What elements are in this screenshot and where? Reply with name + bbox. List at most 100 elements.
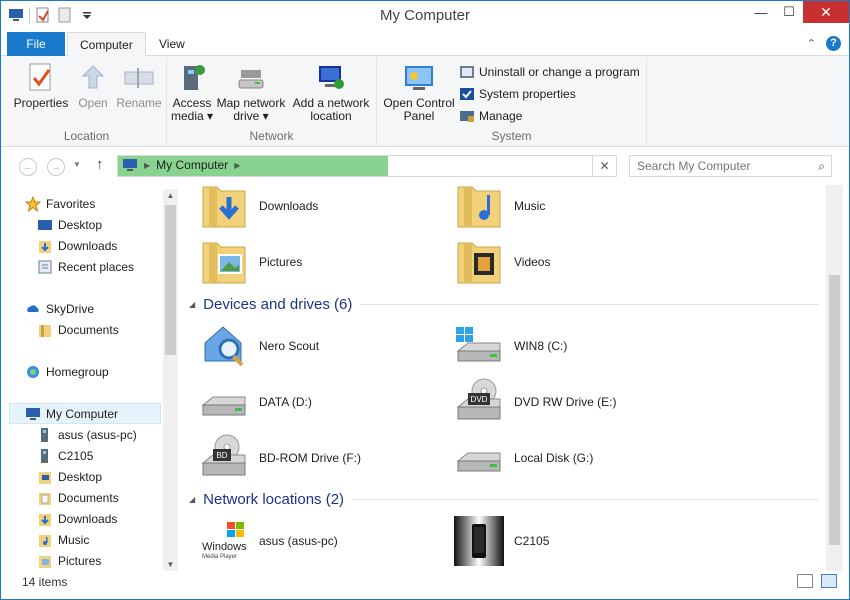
large-icons-view-icon[interactable]: [821, 574, 837, 588]
tile-label: WIN8 (C:): [514, 339, 568, 353]
open-button[interactable]: Open: [71, 62, 115, 110]
downloads-folder-icon: [37, 511, 53, 527]
tab-file[interactable]: File: [7, 32, 65, 56]
nav-recent-places[interactable]: Recent places: [37, 256, 134, 277]
system-properties-button[interactable]: System properties: [459, 84, 576, 104]
collapse-chevron-icon[interactable]: ◢: [189, 495, 195, 504]
nav-asus-pc[interactable]: asus (asus-pc): [37, 424, 137, 445]
device-nero-scout[interactable]: Nero Scout: [199, 321, 319, 371]
folder-downloads[interactable]: Downloads: [199, 181, 318, 231]
tab-computer[interactable]: Computer: [67, 32, 146, 57]
nav-my-computer[interactable]: My Computer: [9, 403, 161, 424]
tile-label: Downloads: [259, 199, 319, 213]
breadcrumb-separator-icon[interactable]: ▶: [144, 161, 150, 170]
ribbon-tabs: File Computer View ⌃ ?: [1, 32, 849, 57]
nav-label: C2105: [58, 448, 94, 463]
nav-label: Homegroup: [46, 364, 109, 379]
nav-desktop[interactable]: Desktop: [37, 214, 102, 235]
star-icon: [24, 195, 42, 212]
divider: [360, 303, 819, 305]
nav-mc-downloads[interactable]: Downloads: [37, 508, 117, 529]
group-header-label: Devices and drives (6): [203, 295, 353, 313]
search-input[interactable]: [630, 156, 800, 176]
close-button[interactable]: ✕: [803, 1, 849, 23]
nav-label: Music: [58, 532, 90, 547]
add-network-location-button[interactable]: Add a network location: [289, 62, 373, 123]
item-count: 14 items: [22, 575, 68, 589]
nav-skydrive-documents[interactable]: Documents: [37, 319, 119, 340]
nav-mc-documents[interactable]: Documents: [37, 487, 119, 508]
scrollbar-thumb[interactable]: [829, 275, 840, 545]
folder-videos[interactable]: Videos: [454, 237, 550, 287]
device-bd-rom-f[interactable]: BD BD-ROM Drive (F:): [199, 433, 361, 483]
device-dvd-rw-e[interactable]: DVD DVD RW Drive (E:): [454, 377, 616, 427]
device-data-d[interactable]: DATA (D:): [199, 377, 312, 427]
details-view-icon[interactable]: [797, 574, 813, 588]
minimize-button[interactable]: —: [747, 1, 775, 23]
folder-music[interactable]: Music: [454, 181, 545, 231]
tab-view[interactable]: View: [147, 32, 197, 56]
group-header-network[interactable]: ◢ Network locations (2): [189, 489, 819, 509]
skydrive-icon: [25, 301, 41, 317]
computer-icon: [123, 159, 137, 171]
nav-mc-music[interactable]: Music: [37, 529, 89, 550]
nav-c2105[interactable]: C2105: [37, 445, 93, 466]
svg-text:Windows: Windows: [202, 541, 247, 553]
open-control-panel-button[interactable]: Open Control Panel: [381, 62, 457, 123]
rename-button[interactable]: Rename: [113, 62, 165, 110]
group-header-devices[interactable]: ◢ Devices and drives (6): [189, 294, 819, 314]
content-scrollbar[interactable]: [826, 185, 843, 571]
address-bar[interactable]: ▶ My Computer ▶ ✕: [117, 155, 617, 177]
navigation-pane-scrollbar[interactable]: ▲ ▼: [163, 189, 178, 571]
properties-button[interactable]: Properties: [11, 62, 71, 110]
ribbon-group-network: Access media ▾ Map network drive ▾ Add a…: [167, 58, 377, 146]
manage-button[interactable]: Manage: [459, 106, 522, 126]
nav-homegroup[interactable]: Homegroup: [25, 361, 109, 382]
uninstall-icon: [459, 64, 475, 80]
collapse-ribbon-icon[interactable]: ⌃: [807, 37, 816, 50]
pictures-folder-icon: [37, 553, 53, 569]
up-button[interactable]: ↑: [96, 156, 104, 173]
scroll-up-arrow-icon[interactable]: ▲: [163, 191, 178, 200]
folder-pictures[interactable]: Pictures: [199, 237, 302, 287]
device-local-disk-g[interactable]: Local Disk (G:): [454, 433, 593, 483]
window-controls: — ☐ ✕: [747, 1, 849, 23]
pictures-folder-icon: [199, 237, 249, 287]
network-c2105[interactable]: C2105: [454, 516, 549, 566]
device-win8-c[interactable]: WIN8 (C:): [454, 321, 567, 371]
tile-label: DVD RW Drive (E:): [514, 395, 617, 409]
nav-mc-desktop[interactable]: Desktop: [37, 466, 102, 487]
maximize-button[interactable]: ☐: [775, 1, 803, 23]
nav-label: Documents: [58, 490, 119, 505]
access-media-button[interactable]: Access media ▾: [169, 62, 215, 123]
back-button[interactable]: ←: [19, 158, 37, 176]
breadcrumb-my-computer[interactable]: My Computer: [156, 158, 228, 172]
clear-address-button[interactable]: ✕: [592, 156, 616, 176]
customize-toolbar-icon[interactable]: [78, 6, 96, 24]
properties-icon[interactable]: [34, 6, 52, 24]
computer-icon[interactable]: [7, 6, 25, 24]
uninstall-program-button[interactable]: Uninstall or change a program: [459, 62, 640, 82]
help-icon[interactable]: ?: [826, 36, 841, 51]
desktop-folder-icon: [37, 469, 53, 485]
ribbon-group-system: Open Control Panel Uninstall or change a…: [377, 58, 647, 146]
network-asus-pc[interactable]: Windows Media Player asus (asus-pc): [199, 516, 338, 566]
recent-locations-icon[interactable]: ▼: [73, 160, 81, 169]
manage-icon: [459, 108, 475, 124]
rename-label: Rename: [116, 96, 162, 110]
scrollbar-thumb[interactable]: [165, 205, 176, 355]
view-switcher: [797, 574, 837, 588]
scroll-down-arrow-icon[interactable]: ▼: [163, 560, 178, 569]
nav-favorites[interactable]: Favorites: [24, 193, 95, 214]
search-icon[interactable]: ⌕: [818, 159, 825, 174]
nav-mc-pictures[interactable]: Pictures: [37, 550, 101, 571]
forward-button[interactable]: →: [47, 158, 65, 176]
nav-label: Downloads: [58, 511, 118, 526]
nav-skydrive[interactable]: SkyDrive: [25, 298, 94, 319]
nav-downloads[interactable]: Downloads: [37, 235, 117, 256]
collapse-chevron-icon[interactable]: ◢: [189, 300, 195, 309]
breadcrumb-separator-icon[interactable]: ▶: [234, 161, 240, 170]
map-network-drive-button[interactable]: Map network drive ▾: [215, 62, 287, 123]
folder-icon: [37, 322, 53, 338]
new-folder-icon[interactable]: [56, 6, 74, 24]
